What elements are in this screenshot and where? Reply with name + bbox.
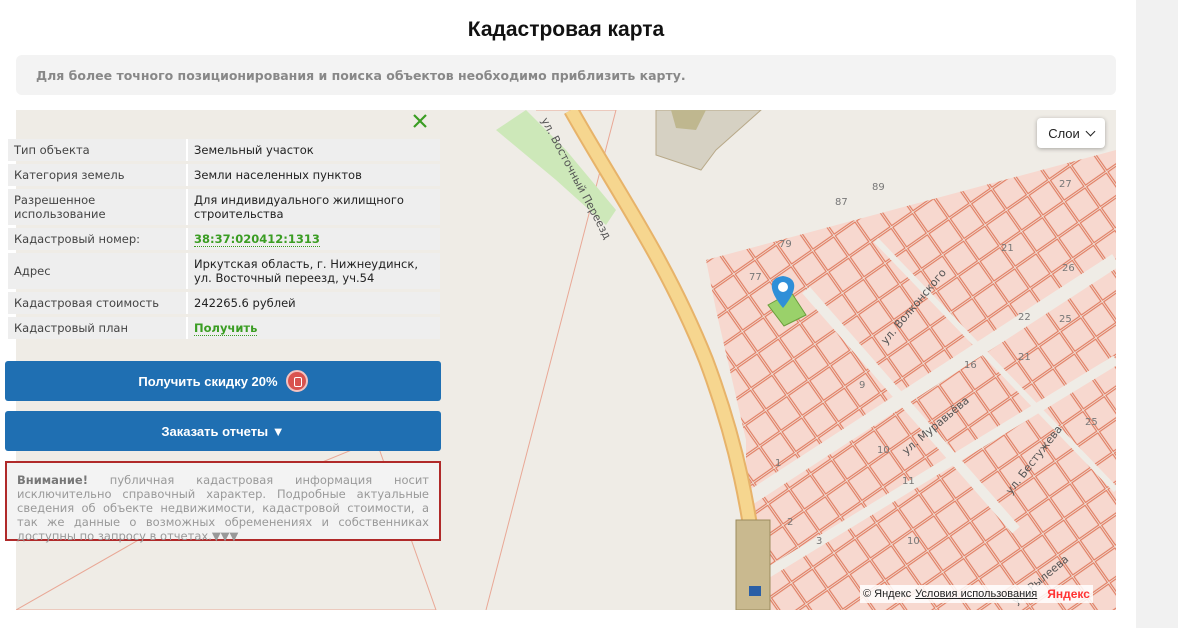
- disclaimer-box: Внимание! публичная кадастровая информац…: [5, 461, 441, 543]
- svg-text:26: 26: [1062, 263, 1075, 274]
- row-value: Земли населенных пунктов: [188, 164, 440, 186]
- svg-text:9: 9: [859, 380, 865, 391]
- row-value: 38:37:020412:1313: [188, 228, 440, 250]
- table-row: Адрес Иркутская область, г. Нижнеудинск,…: [8, 253, 440, 289]
- yandex-logo: Яндекс: [1047, 587, 1090, 601]
- row-value: Получить: [188, 317, 440, 339]
- page: Кадастровая карта Для более точного пози…: [0, 0, 1136, 628]
- svg-text:22: 22: [1018, 312, 1031, 323]
- svg-text:25: 25: [1085, 417, 1098, 428]
- svg-text:11: 11: [902, 476, 915, 487]
- get-discount-button[interactable]: Получить скидку 20%: [5, 361, 441, 401]
- svg-text:16: 16: [964, 360, 977, 371]
- svg-text:77: 77: [749, 272, 762, 283]
- table-row: Кадастровый номер: 38:37:020412:1313: [8, 228, 440, 250]
- row-value: Земельный участок: [188, 139, 440, 161]
- row-value: 242265.6 рублей: [188, 292, 440, 314]
- svg-text:21: 21: [1001, 243, 1014, 254]
- row-value: Для индивидуального жилищного строительс…: [188, 189, 440, 225]
- svg-text:1: 1: [775, 458, 781, 469]
- table-row: Кадастровый план Получить: [8, 317, 440, 339]
- svg-text:3: 3: [816, 536, 822, 547]
- row-label: Кадастровый номер:: [8, 228, 188, 250]
- zoom-notice: Для более точного позиционирования и пои…: [16, 55, 1116, 95]
- discount-button-label: Получить скидку 20%: [138, 373, 278, 389]
- row-label: Тип объекта: [8, 139, 188, 161]
- order-reports-button[interactable]: Заказать отчеты ▼: [5, 411, 441, 451]
- row-label: Категория земель: [8, 164, 188, 186]
- row-label: Адрес: [8, 253, 188, 289]
- copyright-text: © Яндекс: [863, 588, 912, 600]
- page-title: Кадастровая карта: [467, 18, 665, 41]
- table-row: Кадастровая стоимость 242265.6 рублей: [8, 292, 440, 314]
- chevron-down-icon: [1085, 126, 1096, 136]
- map-copyright: © Яндекс Условия использования Яндекс: [860, 585, 1093, 603]
- svg-text:10: 10: [907, 536, 920, 547]
- reports-button-label: Заказать отчеты ▼: [161, 423, 285, 439]
- layers-label: Слои: [1048, 125, 1080, 141]
- table-row: Разрешенное использование Для индивидуал…: [8, 189, 440, 225]
- row-label: Кадастровая стоимость: [8, 292, 188, 314]
- svg-text:89: 89: [872, 182, 885, 193]
- terms-link[interactable]: Условия использования: [915, 588, 1037, 600]
- object-info-table: Тип объекта Земельный участок Категория …: [8, 136, 440, 342]
- get-plan-link[interactable]: Получить: [194, 321, 258, 336]
- gift-icon: [285, 370, 308, 392]
- svg-text:25: 25: [1059, 314, 1072, 325]
- row-label: Разрешенное использование: [8, 189, 188, 225]
- svg-text:21: 21: [1018, 352, 1031, 363]
- row-label: Кадастровый план: [8, 317, 188, 339]
- row-value: Иркутская область, г. Нижнеудинск, ул. В…: [188, 253, 440, 289]
- svg-text:2: 2: [787, 517, 793, 528]
- close-icon[interactable]: [409, 110, 431, 132]
- table-row: Тип объекта Земельный участок: [8, 139, 440, 161]
- layers-dropdown-button[interactable]: Слои: [1037, 118, 1105, 148]
- svg-text:79: 79: [779, 239, 792, 250]
- table-row: Категория земель Земли населенных пункто…: [8, 164, 440, 186]
- disclaimer-title: Внимание!: [17, 473, 88, 487]
- svg-text:87: 87: [835, 197, 848, 208]
- svg-text:10: 10: [877, 445, 890, 456]
- cadastral-number-link[interactable]: 38:37:020412:1313: [194, 232, 320, 247]
- svg-text:27: 27: [1059, 179, 1072, 190]
